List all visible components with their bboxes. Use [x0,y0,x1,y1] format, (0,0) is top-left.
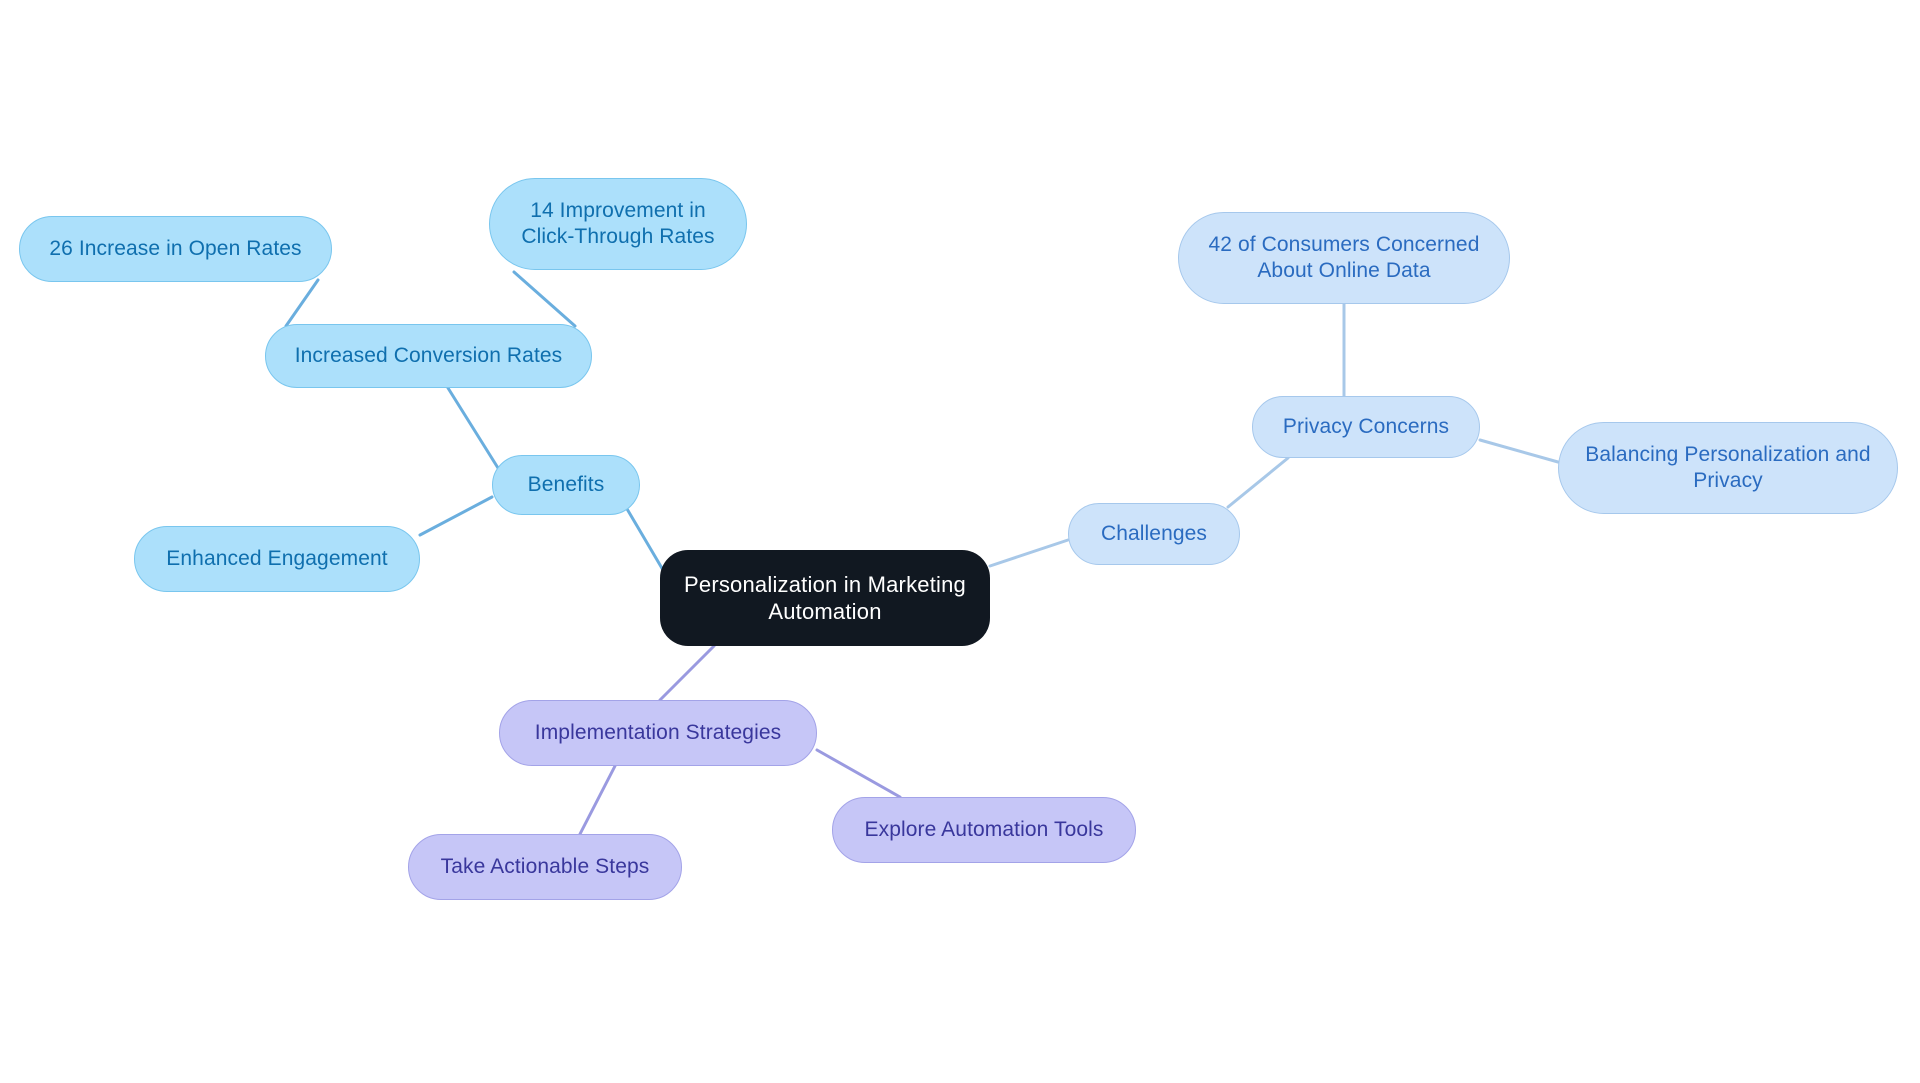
node-enhanced-engagement[interactable]: Enhanced Engagement [134,526,420,592]
node-increased-conversion-rates[interactable]: Increased Conversion Rates [265,324,592,388]
node-benefits[interactable]: Benefits [492,455,640,515]
mindmap-canvas: Benefits Increased Conversion Rates 26 I… [0,0,1920,1083]
implementation-strategies-to-take-actionable-steps [578,764,617,836]
node-root[interactable]: Personalization in Marketing Automation [660,550,990,646]
increased-conversion-rates-to-click-through-rates [512,270,577,328]
node-implementation-strategies[interactable]: Implementation Strategies [499,700,817,766]
root-to-implementation-strategies [658,644,716,702]
node-explore-automation-tools[interactable]: Explore Automation Tools [832,797,1136,863]
benefits-to-enhanced-engagement [418,495,494,537]
increased-conversion-rates-to-open-rates [284,278,320,328]
root-to-challenges [988,538,1070,568]
benefits-to-increased-conversion-rates [446,386,500,470]
challenges-to-privacy-concerns [1226,456,1290,509]
node-take-actionable-steps[interactable]: Take Actionable Steps [408,834,682,900]
node-consumers-concerned[interactable]: 42 of Consumers Concerned About Online D… [1178,212,1510,304]
privacy-concerns-to-balancing-privacy [1478,438,1560,464]
node-privacy-concerns[interactable]: Privacy Concerns [1252,396,1480,458]
node-click-through-rates[interactable]: 14 Improvement in Click-Through Rates [489,178,747,270]
implementation-strategies-to-explore-automation-tools [815,748,902,799]
node-challenges[interactable]: Challenges [1068,503,1240,565]
node-balancing-privacy[interactable]: Balancing Personalization and Privacy [1558,422,1898,514]
node-open-rates[interactable]: 26 Increase in Open Rates [19,216,332,282]
